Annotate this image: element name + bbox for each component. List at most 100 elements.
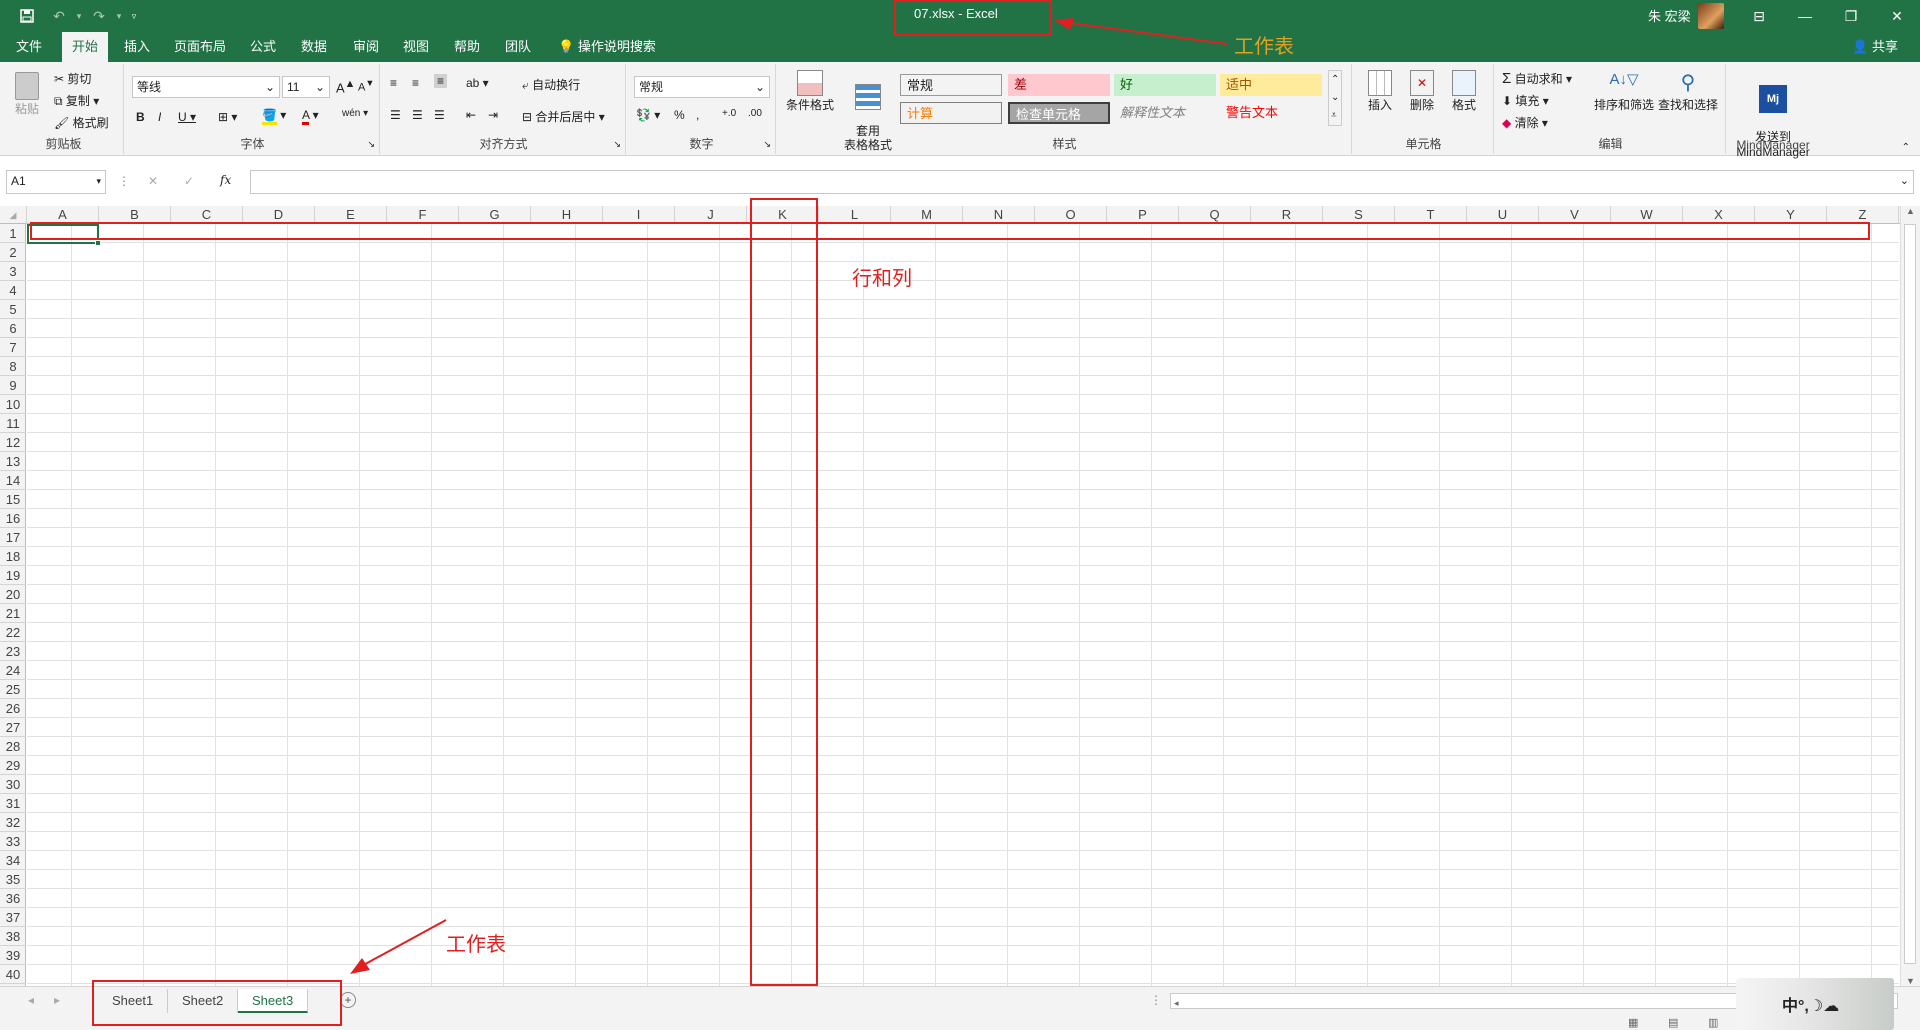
cancel-icon[interactable]: ✕: [148, 174, 158, 188]
conditional-formatting-button[interactable]: 条件格式: [782, 70, 838, 113]
row-header-21[interactable]: 21: [0, 604, 26, 623]
row-header-28[interactable]: 28: [0, 737, 26, 756]
row-header-1[interactable]: 1: [0, 224, 26, 243]
style-bad[interactable]: 差: [1008, 74, 1110, 96]
customize-qat-icon[interactable]: ▿: [126, 6, 142, 26]
sort-filter-button[interactable]: A↓▽ 排序和筛选: [1592, 70, 1656, 113]
ime-toolbar[interactable]: 中°,☽☁: [1736, 978, 1894, 1030]
row-header-9[interactable]: 9: [0, 376, 26, 395]
row-header-15[interactable]: 15: [0, 490, 26, 509]
shrink-font-button[interactable]: A▼: [358, 78, 374, 94]
style-warning[interactable]: 警告文本: [1220, 102, 1322, 124]
row-header-5[interactable]: 5: [0, 300, 26, 319]
row-header-32[interactable]: 32: [0, 813, 26, 832]
tab-insert[interactable]: 插入: [114, 32, 160, 62]
row-header-38[interactable]: 38: [0, 927, 26, 946]
redo-dropdown-icon[interactable]: ▾: [112, 6, 126, 26]
styles-gallery-scroll[interactable]: ⌃ ⌄ ⩡: [1328, 70, 1343, 126]
row-header-13[interactable]: 13: [0, 452, 26, 471]
row-header-8[interactable]: 8: [0, 357, 26, 376]
row-header-3[interactable]: 3: [0, 262, 26, 281]
minimize-icon[interactable]: —: [1790, 4, 1820, 28]
scroll-left-icon[interactable]: ◂: [1171, 998, 1179, 1008]
row-header-2[interactable]: 2: [0, 243, 26, 262]
italic-button[interactable]: I: [158, 110, 161, 124]
style-check-cell[interactable]: 检查单元格: [1008, 102, 1110, 124]
increase-indent-button[interactable]: ⇥: [488, 108, 498, 122]
merge-center-button[interactable]: ⊟ 合并后居中 ▾: [522, 108, 605, 125]
ribbon-display-icon[interactable]: ⊟: [1744, 4, 1774, 28]
share-button[interactable]: 👤 共享: [1852, 32, 1898, 62]
send-to-mindmanager-button[interactable]: Mj 发送到 MindManager: [1728, 70, 1818, 175]
row-header-19[interactable]: 19: [0, 566, 26, 585]
row-header-33[interactable]: 33: [0, 832, 26, 851]
align-center-button[interactable]: ☰: [412, 108, 423, 122]
row-header-40[interactable]: 40: [0, 965, 26, 984]
tab-page-layout[interactable]: 页面布局: [164, 32, 236, 62]
autosum-button[interactable]: Σ 自动求和 ▾: [1502, 70, 1572, 87]
format-cells-button[interactable]: 格式: [1444, 70, 1484, 113]
decrease-decimal-button[interactable]: .00: [748, 108, 762, 119]
row-header-27[interactable]: 27: [0, 718, 26, 737]
dialog-launcher-icon[interactable]: ↘: [613, 139, 621, 150]
grow-font-button[interactable]: A▲: [336, 78, 355, 95]
accounting-format-button[interactable]: 💱 ▾: [636, 108, 660, 122]
style-good[interactable]: 好: [1114, 74, 1216, 96]
row-header-4[interactable]: 4: [0, 281, 26, 300]
align-middle-button[interactable]: ≡: [412, 76, 419, 90]
next-sheet-icon[interactable]: ▸: [54, 993, 60, 1007]
number-format-select[interactable]: 常规 ⌄: [634, 76, 770, 98]
scroll-down-icon[interactable]: ▼: [1901, 976, 1920, 986]
percent-button[interactable]: %: [674, 108, 685, 122]
fill-button[interactable]: ⬇ 填充 ▾: [1502, 92, 1549, 109]
undo-icon[interactable]: ↶: [48, 6, 70, 26]
font-color-button[interactable]: A ▾: [302, 108, 319, 125]
row-header-39[interactable]: 39: [0, 946, 26, 965]
font-name-select[interactable]: 等线 ⌄: [132, 76, 280, 98]
underline-button[interactable]: U ▾: [178, 110, 196, 124]
style-neutral[interactable]: 适中: [1220, 74, 1322, 96]
tab-review[interactable]: 审阅: [343, 32, 389, 62]
copy-button[interactable]: ⧉ 复制 ▾: [54, 92, 99, 109]
paste-button[interactable]: 粘贴: [12, 72, 42, 117]
row-header-26[interactable]: 26: [0, 699, 26, 718]
vertical-scrollbar[interactable]: ▲ ▼: [1900, 206, 1920, 986]
select-all-corner[interactable]: ◢: [0, 206, 27, 224]
row-header-16[interactable]: 16: [0, 509, 26, 528]
row-header-7[interactable]: 7: [0, 338, 26, 357]
align-bottom-button[interactable]: ≡: [434, 74, 448, 88]
font-size-select[interactable]: 11 ⌄: [282, 76, 330, 98]
bold-button[interactable]: B: [136, 110, 145, 124]
tab-team[interactable]: 团队: [495, 32, 541, 62]
align-left-button[interactable]: ☰: [390, 108, 401, 122]
tab-formulas[interactable]: 公式: [240, 32, 286, 62]
row-header-36[interactable]: 36: [0, 889, 26, 908]
insert-function-icon[interactable]: fx: [220, 173, 231, 187]
restore-icon[interactable]: ❐: [1836, 4, 1866, 28]
tab-view[interactable]: 视图: [393, 32, 439, 62]
prev-sheet-icon[interactable]: ◂: [28, 993, 34, 1007]
decrease-indent-button[interactable]: ⇤: [466, 108, 476, 122]
tab-home[interactable]: 开始: [62, 32, 109, 62]
ime-mode-icon[interactable]: 中°,☽☁: [1782, 992, 1839, 1016]
dialog-launcher-icon[interactable]: ↘: [367, 139, 375, 150]
row-header-14[interactable]: 14: [0, 471, 26, 490]
tell-me-search[interactable]: 💡 操作说明搜索: [548, 32, 666, 62]
row-header-22[interactable]: 22: [0, 623, 26, 642]
row-header-17[interactable]: 17: [0, 528, 26, 547]
row-header-18[interactable]: 18: [0, 547, 26, 566]
align-top-button[interactable]: ≡: [390, 76, 397, 90]
increase-decimal-button[interactable]: +.0: [722, 108, 736, 119]
scroll-thumb[interactable]: [1904, 224, 1916, 964]
row-header-25[interactable]: 25: [0, 680, 26, 699]
row-header-23[interactable]: 23: [0, 642, 26, 661]
row-header-34[interactable]: 34: [0, 851, 26, 870]
cut-button[interactable]: ✂ 剪切: [54, 70, 91, 87]
dialog-launcher-icon[interactable]: ↘: [763, 139, 771, 150]
phonetic-button[interactable]: wén ▾: [342, 108, 368, 119]
undo-dropdown-icon[interactable]: ▾: [72, 6, 86, 26]
tab-file[interactable]: 文件: [6, 32, 52, 62]
cell-grid[interactable]: [27, 224, 1899, 986]
fill-handle[interactable]: [95, 240, 101, 246]
row-header-31[interactable]: 31: [0, 794, 26, 813]
